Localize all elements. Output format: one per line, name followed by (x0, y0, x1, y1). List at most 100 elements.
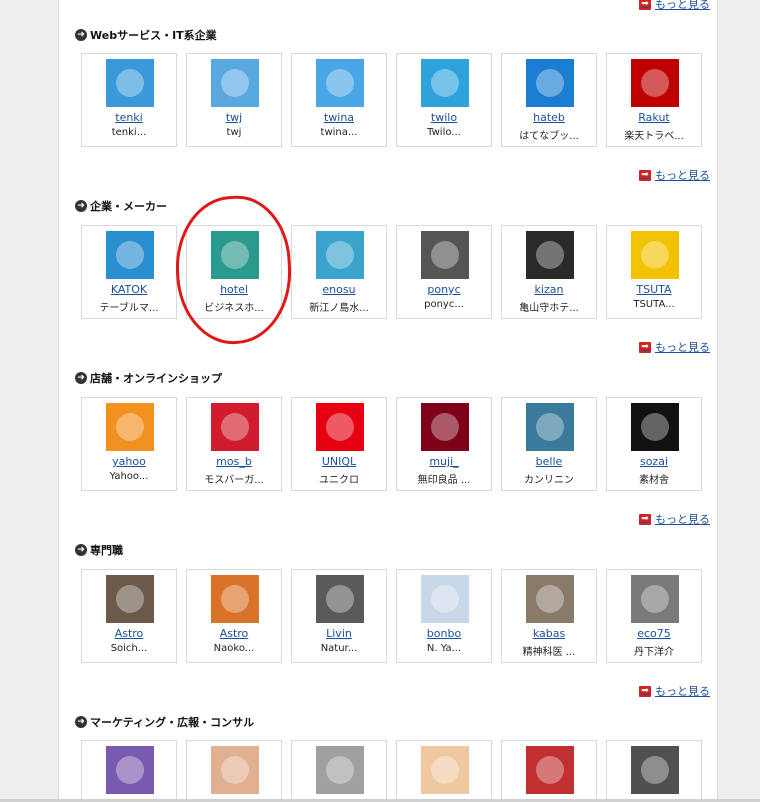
account-id-link[interactable]: hateb (502, 111, 596, 124)
person-photo-icon[interactable] (316, 575, 364, 623)
section-title-web-services: ➜ Webサービス・IT系企業 (75, 27, 217, 43)
flower-photo-icon[interactable] (631, 746, 679, 794)
astronaut-flag-photo-icon[interactable] (211, 575, 259, 623)
fish-photo-icon[interactable] (526, 403, 574, 451)
man-photo-icon[interactable] (631, 575, 679, 623)
account-id-link[interactable]: KATOK (82, 283, 176, 296)
account-id-link[interactable]: twj (187, 111, 281, 124)
more-link-professionals[interactable]: ➡ もっと見る (639, 683, 710, 699)
account-id-link[interactable]: Astro (82, 627, 176, 640)
account-card[interactable]: TSUTA TSUTA... (606, 225, 702, 319)
account-id-link[interactable]: enosu (292, 283, 386, 296)
shopping-cart-icon[interactable] (106, 403, 154, 451)
account-card[interactable]: mos_b モスバーガ... (186, 397, 282, 491)
cartoon-face-icon[interactable] (421, 746, 469, 794)
account-display-name: N. Ya... (426, 643, 462, 654)
rakuten-travel-icon[interactable] (631, 59, 679, 107)
account-card[interactable]: eco75 丹下洋介 (606, 569, 702, 663)
account-id-link[interactable]: ponyc (397, 283, 491, 296)
more-link-shops[interactable]: ➡ もっと見る (639, 511, 710, 527)
account-card[interactable] (291, 740, 387, 802)
section-title-marketing: ➜ マーケティング・広報・コンサル (75, 714, 254, 730)
account-card[interactable]: enosu 新江ノ島水... (291, 225, 387, 319)
account-card[interactable]: muji_ 無印良品 ... (396, 397, 492, 491)
hotel-b-logo-icon[interactable] (211, 231, 259, 279)
account-id-link[interactable]: TSUTA (607, 283, 701, 296)
account-card[interactable] (396, 740, 492, 802)
blue-bird-icon[interactable] (316, 59, 364, 107)
account-display-name: 楽天トラベ... (624, 131, 684, 142)
account-id-link[interactable]: Astro (187, 627, 281, 640)
more-link-web-services[interactable]: ➡ もっと見る (639, 167, 710, 183)
account-card[interactable]: hateb はてなブッ... (501, 53, 597, 147)
account-id-link[interactable]: Rakut (607, 111, 701, 124)
account-id-link[interactable]: twilo (397, 111, 491, 124)
account-card[interactable]: ponyc ponyc... (396, 225, 492, 319)
collage-photo-icon[interactable] (526, 746, 574, 794)
account-display-name: 丹下洋介 (634, 647, 674, 658)
account-id-link[interactable]: sozai (607, 455, 701, 468)
account-display-name: ビジネスホ... (204, 303, 264, 314)
account-card[interactable] (186, 740, 282, 802)
account-card[interactable] (501, 740, 597, 802)
account-id-link[interactable]: hotel (187, 283, 281, 296)
mos-burger-logo-icon[interactable] (211, 403, 259, 451)
account-card[interactable]: kizan 亀山守ホテ... (501, 225, 597, 319)
baby-photo-icon[interactable] (421, 575, 469, 623)
account-card[interactable]: twilo Twilo... (396, 53, 492, 147)
account-id-link[interactable]: mos_b (187, 455, 281, 468)
blue-bird-hat-icon[interactable] (211, 59, 259, 107)
account-id-link[interactable]: tenki (82, 111, 176, 124)
account-card[interactable]: UNIQL ユニクロ (291, 397, 387, 491)
account-display-name: Natur... (320, 643, 358, 654)
card-grid-shops: yahoo Yahoo... mos_b モスバーガ... UNIQL ユニクロ muji_… (81, 397, 702, 491)
account-card[interactable]: Astro Naoko... (186, 569, 282, 663)
wheat-logo-icon[interactable] (631, 403, 679, 451)
katokichi-logo-icon[interactable] (106, 231, 154, 279)
arrow-right-icon: ➡ (639, 169, 651, 181)
account-card[interactable]: Astro Soich... (81, 569, 177, 663)
account-card[interactable]: KATOK テーブルマ... (81, 225, 177, 319)
person-photo-icon[interactable] (316, 746, 364, 794)
account-card[interactable]: hotel ビジネスホ... (186, 225, 282, 319)
hatena-b-icon[interactable] (526, 59, 574, 107)
account-card[interactable] (81, 740, 177, 802)
account-id-link[interactable]: twina (292, 111, 386, 124)
pony-canyon-logo-icon[interactable] (421, 231, 469, 279)
account-card[interactable]: Rakut 楽天トラベ... (606, 53, 702, 147)
account-id-link[interactable]: UNIQL (292, 455, 386, 468)
account-card[interactable]: Livin Natur... (291, 569, 387, 663)
account-id-link[interactable]: kizan (502, 283, 596, 296)
more-link-companies[interactable]: ➡ もっと見る (639, 339, 710, 355)
account-card[interactable]: sozai 素材舎 (606, 397, 702, 491)
mascot-hat-icon[interactable] (526, 231, 574, 279)
account-card[interactable]: tenki tenki... (81, 53, 177, 147)
more-link-label: もっと見る (655, 341, 710, 354)
jellyfish-icon[interactable] (316, 231, 364, 279)
account-id-link[interactable]: bonbo (397, 627, 491, 640)
account-card[interactable]: twina twina... (291, 53, 387, 147)
tsutaya-logo-icon[interactable] (631, 231, 679, 279)
account-id-link[interactable]: eco75 (607, 627, 701, 640)
account-id-link[interactable]: kabas (502, 627, 596, 640)
twilog-logo-icon[interactable] (421, 59, 469, 107)
account-card[interactable] (606, 740, 702, 802)
muji-logo-icon[interactable] (421, 403, 469, 451)
account-card[interactable]: twj twj (186, 53, 282, 147)
tenki-logo-icon[interactable] (106, 59, 154, 107)
star-character-icon[interactable] (106, 746, 154, 794)
account-card[interactable]: belle カンリニン (501, 397, 597, 491)
account-card[interactable]: kabas 精神科医 ... (501, 569, 597, 663)
account-card[interactable]: yahoo Yahoo... (81, 397, 177, 491)
account-card[interactable]: bonbo N. Ya... (396, 569, 492, 663)
account-id-link[interactable]: muji_ (397, 455, 491, 468)
account-display-name: 亀山守ホテ... (519, 303, 579, 314)
account-id-link[interactable]: Livin (292, 627, 386, 640)
account-id-link[interactable]: yahoo (82, 455, 176, 468)
uniqlo-logo-icon[interactable] (316, 403, 364, 451)
cartoon-man-icon[interactable] (211, 746, 259, 794)
astronaut-photo-icon[interactable] (106, 575, 154, 623)
account-id-link[interactable]: belle (502, 455, 596, 468)
more-link-top[interactable]: ➡ もっと見る (639, 0, 710, 12)
man-suit-photo-icon[interactable] (526, 575, 574, 623)
